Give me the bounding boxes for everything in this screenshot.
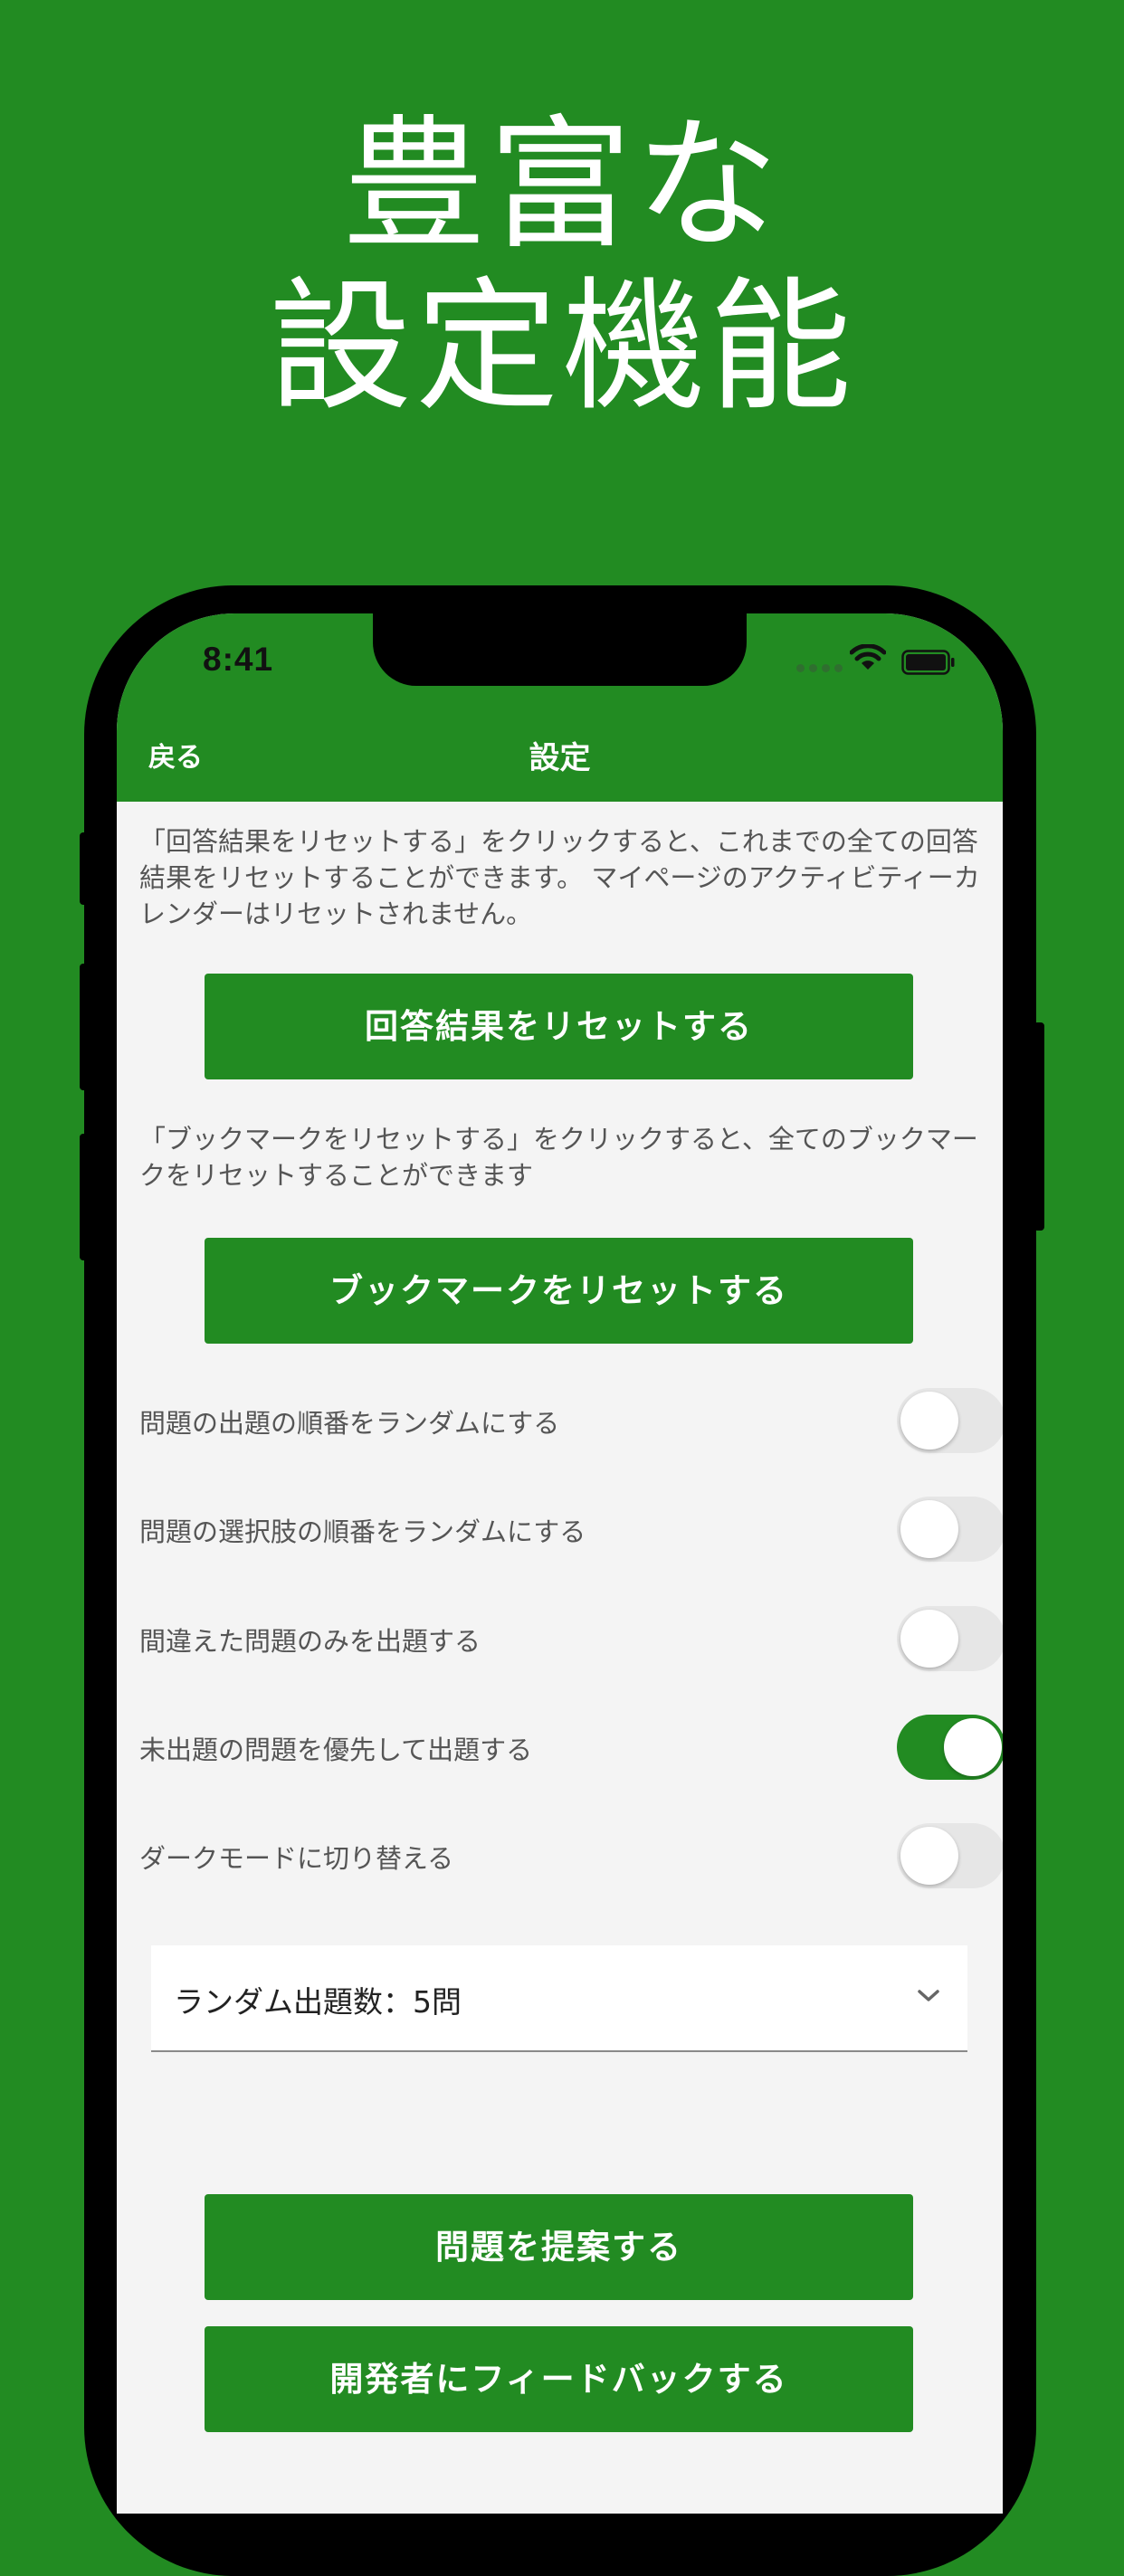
setting-row-random-question-order: 問題の出題の順番をランダムにする <box>139 1388 1003 1457</box>
toggle-knob <box>900 1500 958 1558</box>
suggest-question-button[interactable]: 問題を提案する <box>205 2194 913 2300</box>
phone-mute-switch <box>80 832 90 905</box>
headline-line-1: 豊富な <box>342 102 782 269</box>
setting-row-random-choice-order: 問題の選択肢の順番をランダムにする <box>139 1497 1003 1565</box>
cellular-signal-icon <box>796 664 843 672</box>
reset-bookmarks-description: 「ブックマークをリセットする」をクリックすると、全てのブックマークをリセットする… <box>139 1124 978 1191</box>
phone-volume-up-button <box>80 964 90 1090</box>
reset-answers-button[interactable]: 回答結果をリセットする <box>205 974 913 1079</box>
toggle-knob <box>900 1392 958 1450</box>
battery-icon <box>901 650 955 675</box>
toggle-knob <box>900 1610 958 1668</box>
app-screen: 8:41 戻る 設定 「回答結果をリセットする」をクリックすると、これまでの全て… <box>117 613 1003 2514</box>
headline-line-2: 設定機能 <box>269 264 855 431</box>
toggle-knob <box>900 1827 958 1885</box>
setting-label: 未出題の問題を優先して出題する <box>139 1735 533 1765</box>
toggle-knob <box>944 1718 1002 1776</box>
phone-power-button <box>1034 1022 1044 1231</box>
setting-row-unanswered-first: 未出題の問題を優先して出題する <box>139 1715 1003 1783</box>
reset-bookmarks-button[interactable]: ブックマークをリセットする <box>205 1238 913 1344</box>
random-count-value: ランダム出題数：5問 <box>174 1984 462 2020</box>
phone-notch <box>373 613 747 686</box>
setting-label: 問題の選択肢の順番をランダムにする <box>139 1516 586 1547</box>
setting-label: 間違えた問題のみを出題する <box>139 1626 481 1657</box>
page-title: 設定 <box>529 740 591 776</box>
developer-feedback-button[interactable]: 開発者にフィードバックする <box>205 2326 913 2432</box>
wrong-only-toggle[interactable] <box>897 1606 1003 1671</box>
phone-volume-down-button <box>80 1134 90 1260</box>
random-count-select[interactable]: ランダム出題数：5問 <box>151 1945 967 2052</box>
chevron-down-icon <box>918 1990 939 2001</box>
status-time: 8:41 <box>203 641 274 678</box>
random-question-order-toggle[interactable] <box>897 1388 1003 1453</box>
random-choice-order-toggle[interactable] <box>897 1497 1003 1562</box>
wifi-icon <box>850 644 886 670</box>
setting-row-wrong-only: 間違えた問題のみを出題する <box>139 1606 1003 1675</box>
setting-label: ダークモードに切り替える <box>139 1843 454 1874</box>
setting-label: 問題の出題の順番をランダムにする <box>139 1408 560 1439</box>
dark-mode-toggle[interactable] <box>897 1823 1003 1888</box>
reset-answers-description: 「回答結果をリセットする」をクリックすると、これまでの全ての回答結果をリセットす… <box>139 826 980 929</box>
navigation-bar: 8:41 戻る 設定 <box>117 613 1003 802</box>
unanswered-first-toggle[interactable] <box>897 1715 1003 1780</box>
setting-row-dark-mode: ダークモードに切り替える <box>139 1823 1003 1892</box>
